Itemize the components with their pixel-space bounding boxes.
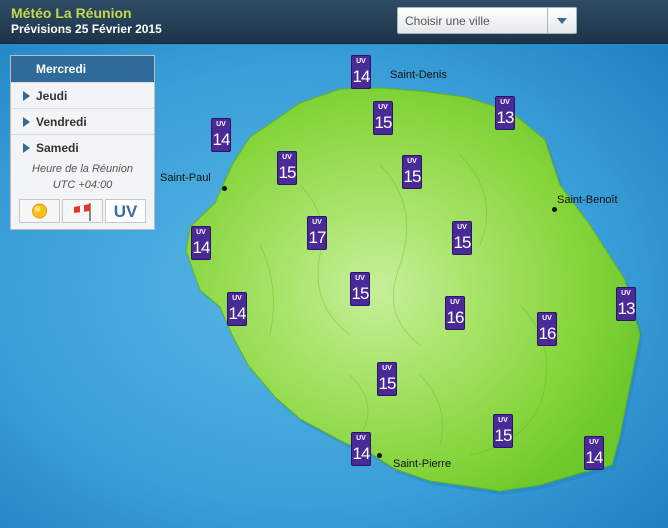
city-select-value: Choisir une ville — [405, 14, 490, 28]
city-marker-saint-pierre — [377, 453, 382, 458]
mode-switcher: UV — [19, 199, 147, 223]
uv-badge: UV 15 — [402, 155, 422, 189]
day-panel: Mercredi Jeudi Vendredi Samedi Heure de … — [10, 55, 155, 230]
city-marker-saint-benoit — [552, 207, 557, 212]
uv-badge: UV 16 — [537, 312, 557, 346]
uv-badge: UV 15 — [493, 414, 513, 448]
day-tab-friday[interactable]: Vendredi — [11, 108, 154, 134]
triangle-right-icon — [23, 91, 30, 101]
triangle-right-icon — [23, 117, 30, 127]
day-label: Samedi — [36, 141, 79, 155]
day-label: Mercredi — [36, 62, 87, 76]
city-label-saint-denis: Saint-Denis — [390, 69, 447, 81]
uv-badge: UV 14 — [584, 436, 604, 470]
day-label: Vendredi — [36, 115, 87, 129]
uv-badge: UV 15 — [377, 362, 397, 396]
forecast-date: Prévisions 25 Février 2015 — [11, 22, 162, 36]
city-marker-saint-paul — [222, 186, 227, 191]
wind-mode-button[interactable] — [62, 199, 103, 223]
uv-badge: UV 14 — [227, 292, 247, 326]
day-label: Jeudi — [36, 89, 68, 103]
uv-icon: UV — [113, 202, 138, 221]
chevron-down-icon[interactable] — [547, 8, 576, 33]
city-label-saint-benoit: Saint-Benoît — [557, 194, 618, 206]
uv-badge: UV 14 — [351, 55, 371, 89]
uv-badge: UV 13 — [495, 96, 515, 130]
city-select[interactable]: Choisir une ville — [397, 7, 577, 34]
uv-badge: UV 14 — [211, 118, 231, 152]
triangle-right-icon — [23, 143, 30, 153]
header: Météo La Réunion Prévisions 25 Février 2… — [0, 0, 668, 44]
uv-badge: UV 17 — [307, 216, 327, 250]
weather-mode-button[interactable] — [19, 199, 60, 223]
day-tab-thursday[interactable]: Jeudi — [11, 82, 154, 108]
uv-badge: UV 15 — [350, 272, 370, 306]
city-label-saint-paul: Saint-Paul — [160, 172, 211, 184]
uv-badge: UV 14 — [351, 432, 371, 466]
windsock-icon — [70, 203, 91, 221]
day-tab-saturday[interactable]: Samedi — [11, 134, 154, 160]
uv-badge: UV 16 — [445, 296, 465, 330]
sun-icon — [32, 203, 47, 219]
uv-badge: UV 14 — [191, 226, 211, 260]
app-title: Météo La Réunion — [11, 5, 132, 21]
uv-mode-button[interactable]: UV — [105, 199, 146, 223]
city-label-saint-pierre: Saint-Pierre — [393, 458, 452, 470]
uv-badge: UV 13 — [616, 287, 636, 321]
day-tab-wednesday[interactable]: Mercredi — [11, 56, 154, 82]
uv-badge: UV 15 — [373, 101, 393, 135]
timezone-label: Heure de la Réunion — [32, 163, 133, 175]
uv-badge: UV 15 — [277, 151, 297, 185]
timezone-offset: UTC +04:00 — [52, 179, 113, 191]
uv-badge: UV 15 — [452, 221, 472, 255]
